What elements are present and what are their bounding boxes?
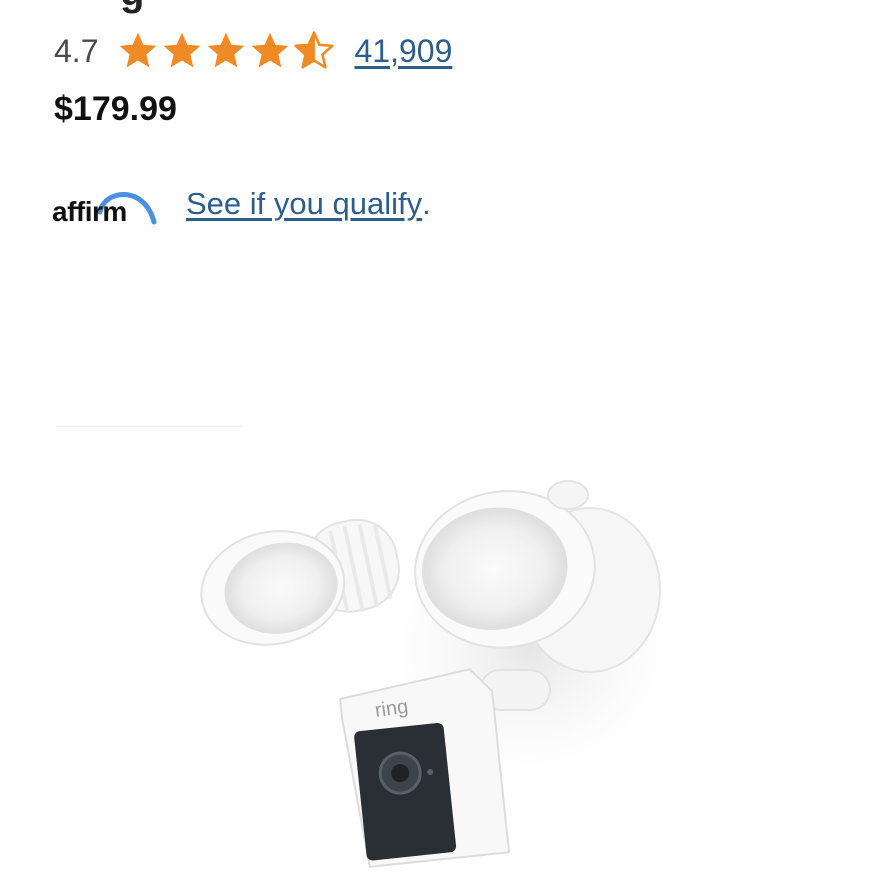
review-count-link[interactable]: 41,909 [354, 33, 452, 70]
product-price: $179.99 [54, 90, 177, 128]
financing-row: affirm See if you qualify . [52, 178, 431, 228]
divider [56, 426, 242, 427]
star-full-icon [164, 32, 201, 68]
star-rating [116, 29, 336, 73]
star-full-icon [208, 32, 245, 68]
see-if-you-qualify-link[interactable]: See if you qualify [186, 186, 422, 228]
link-suffix: . [422, 186, 431, 221]
star-full-icon [252, 32, 289, 68]
affirm-wordmark: affirm [52, 196, 127, 227]
ring-brand-mark: ring [373, 696, 409, 722]
star-full-icon [120, 32, 157, 68]
product-image: ring [200, 480, 700, 868]
product-title-fragment: g [120, 0, 144, 15]
affirm-logo: affirm [52, 182, 158, 228]
rating-value: 4.7 [54, 32, 99, 69]
rating-row: 4.7 41,909 [54, 26, 452, 76]
star-half-icon [294, 31, 335, 69]
